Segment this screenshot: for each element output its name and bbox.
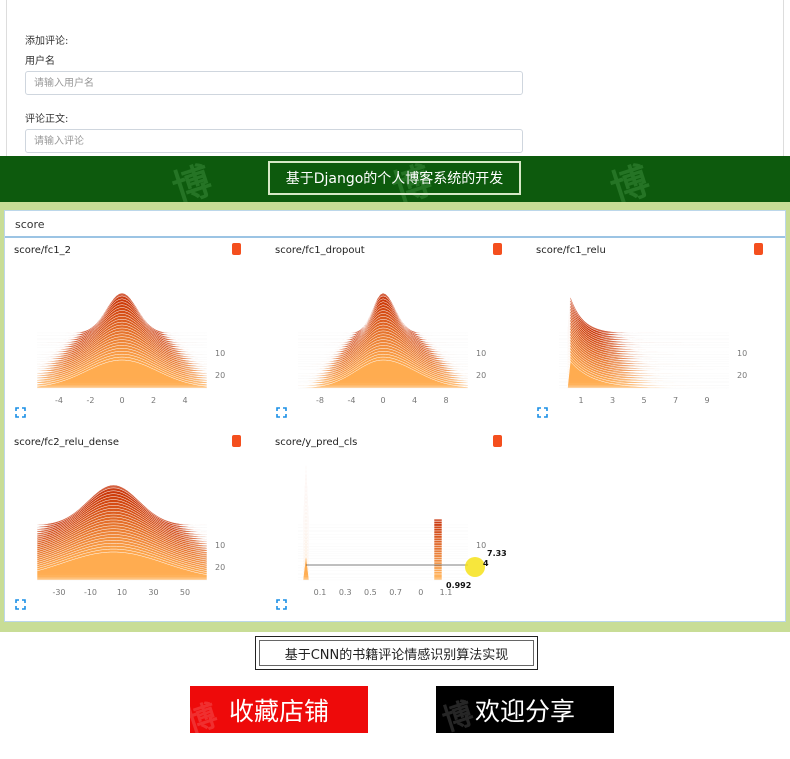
x-tick-label: 8 — [443, 396, 448, 405]
collect-store-button[interactable]: 博 收藏店铺 — [190, 686, 368, 733]
card-menu-icon[interactable] — [232, 435, 241, 447]
x-tick-label: 0 — [119, 396, 124, 405]
comment-form: 添加评论: 用户名 评论正文: — [6, 0, 784, 156]
section-title: score — [15, 218, 45, 231]
watermark: 博 — [438, 696, 478, 733]
y-tick-label: 20 — [215, 563, 225, 572]
x-tick-label: 1 — [578, 396, 583, 405]
comment-body-label: 评论正文: — [25, 114, 69, 125]
histogram-ridge — [298, 476, 468, 533]
card-menu-icon[interactable] — [493, 243, 502, 255]
tensorboard-frame: score score/fc1_2 -4 -2 0 2 4 10 20 score/fc1_dr… — [0, 202, 790, 632]
banner-title-box: 基于Django的个人博客系统的开发 — [268, 161, 521, 195]
y-tick-label: 10 — [215, 349, 225, 358]
histogram-title: score/fc1_2 — [14, 245, 71, 256]
histogram-card: score/fc1_2 -4 -2 0 2 4 10 20 — [7, 241, 247, 426]
card-menu-icon[interactable] — [493, 435, 502, 447]
histogram-ridge — [298, 503, 468, 550]
x-tick-label: 10 — [117, 588, 127, 597]
x-tick-label: -8 — [316, 396, 324, 405]
x-tick-label: -4 — [348, 396, 356, 405]
histogram-plot: 1 3 5 7 9 10 20 — [558, 296, 747, 405]
tooltip-value: 4 — [483, 559, 489, 568]
histogram-ridge — [298, 472, 468, 531]
y-tick-label: 10 — [737, 349, 747, 358]
section-header[interactable]: score — [5, 211, 785, 238]
histogram-ridge — [298, 464, 468, 526]
x-tick-label: 5 — [641, 396, 646, 405]
x-tick-label: 2 — [151, 396, 156, 405]
share-label: 欢迎分享 — [474, 696, 575, 726]
histogram-card: score/y_pred_cls 0.1 0.3 0.5 0.7 0 1.1 10 7.33 4 0… — [268, 433, 508, 618]
collect-store-label: 收藏店铺 — [228, 696, 329, 726]
card-menu-icon[interactable] — [754, 243, 763, 255]
histogram-title: score/fc1_dropout — [275, 245, 365, 256]
histogram-ridge — [298, 527, 468, 564]
histogram-ridge — [298, 484, 468, 538]
x-tick-label: 0 — [418, 588, 423, 597]
histogram-ridge — [298, 523, 468, 562]
x-tick-label: 4 — [412, 396, 417, 405]
username-input[interactable] — [25, 71, 523, 95]
x-tick-label: 30 — [148, 588, 158, 597]
histogram-ridge — [298, 488, 468, 540]
histogram-ridge — [298, 515, 468, 557]
comment-form-heading: 添加评论: — [25, 36, 69, 47]
histogram-plot: -8 -4 0 4 8 10 20 — [297, 292, 486, 405]
histogram-card: score/fc1_relu 1 3 5 7 9 10 20 — [529, 241, 769, 426]
histogram-plot: 0.1 0.3 0.5 0.7 0 1.1107.3340.992 — [298, 464, 507, 597]
histogram-ridge — [298, 468, 468, 528]
y-tick-label: 10 — [476, 541, 486, 550]
username-label: 用户名 — [25, 56, 55, 67]
histogram-ridge — [298, 550, 468, 578]
watermark: 博 — [604, 157, 655, 202]
caption-text: 基于CNN的书籍评论情感识别算法实现 — [284, 647, 509, 663]
project-caption: 基于CNN的书籍评论情感识别算法实现 — [255, 636, 538, 670]
x-tick-label: -4 — [55, 396, 63, 405]
x-tick-label: 4 — [182, 396, 187, 405]
x-tick-label: -2 — [87, 396, 95, 405]
x-tick-label: 9 — [704, 396, 709, 405]
x-tick-label: 0.7 — [389, 588, 402, 597]
share-button[interactable]: 博 欢迎分享 — [436, 686, 614, 733]
histogram-ridge — [298, 531, 468, 566]
y-tick-label: 10 — [476, 349, 486, 358]
project-banner: 博 博 博 基于Django的个人博客系统的开发 — [0, 156, 790, 202]
tooltip-value: 0.992 — [446, 581, 471, 590]
histogram-title: score/y_pred_cls — [275, 437, 358, 448]
histogram-ridge — [298, 480, 468, 535]
x-tick-label: 0.1 — [314, 588, 327, 597]
x-tick-label: 7 — [673, 396, 678, 405]
x-tick-label: 50 — [180, 588, 190, 597]
tensorboard-panel: score score/fc1_2 -4 -2 0 2 4 10 20 score/fc1_dr… — [4, 210, 786, 622]
x-tick-label: 3 — [610, 396, 615, 405]
histogram-ridge — [298, 511, 468, 554]
x-tick-label: -30 — [52, 588, 65, 597]
banner-title: 基于Django的个人博客系统的开发 — [285, 171, 504, 187]
x-tick-label: 0.5 — [364, 588, 377, 597]
x-tick-label: 0 — [380, 396, 385, 405]
histogram-plot: -30 -10 10 30 50 10 20 — [36, 484, 225, 597]
comment-body-input[interactable] — [25, 129, 523, 153]
histogram-title: score/fc2_relu_dense — [14, 437, 119, 448]
y-tick-label: 20 — [737, 371, 747, 380]
y-tick-label: 20 — [215, 371, 225, 380]
histogram-card: score/fc2_relu_dense -30 -10 10 30 50 10 20 — [7, 433, 247, 618]
histogram-card: score/fc1_dropout -8 -4 0 4 8 10 20 — [268, 241, 508, 426]
histogram-plot: -4 -2 0 2 4 10 20 — [36, 292, 225, 405]
card-menu-icon[interactable] — [232, 243, 241, 255]
tooltip-value: 7.33 — [487, 549, 507, 558]
watermark: 博 — [166, 157, 217, 202]
histogram-ridge — [298, 519, 468, 559]
y-tick-label: 10 — [215, 541, 225, 550]
histogram-title: score/fc1_relu — [536, 245, 606, 256]
x-tick-label: -10 — [84, 588, 97, 597]
watermark: 博 — [190, 698, 222, 733]
x-tick-label: 0.3 — [339, 588, 352, 597]
cursor-highlight — [465, 557, 485, 577]
y-tick-label: 20 — [476, 371, 486, 380]
